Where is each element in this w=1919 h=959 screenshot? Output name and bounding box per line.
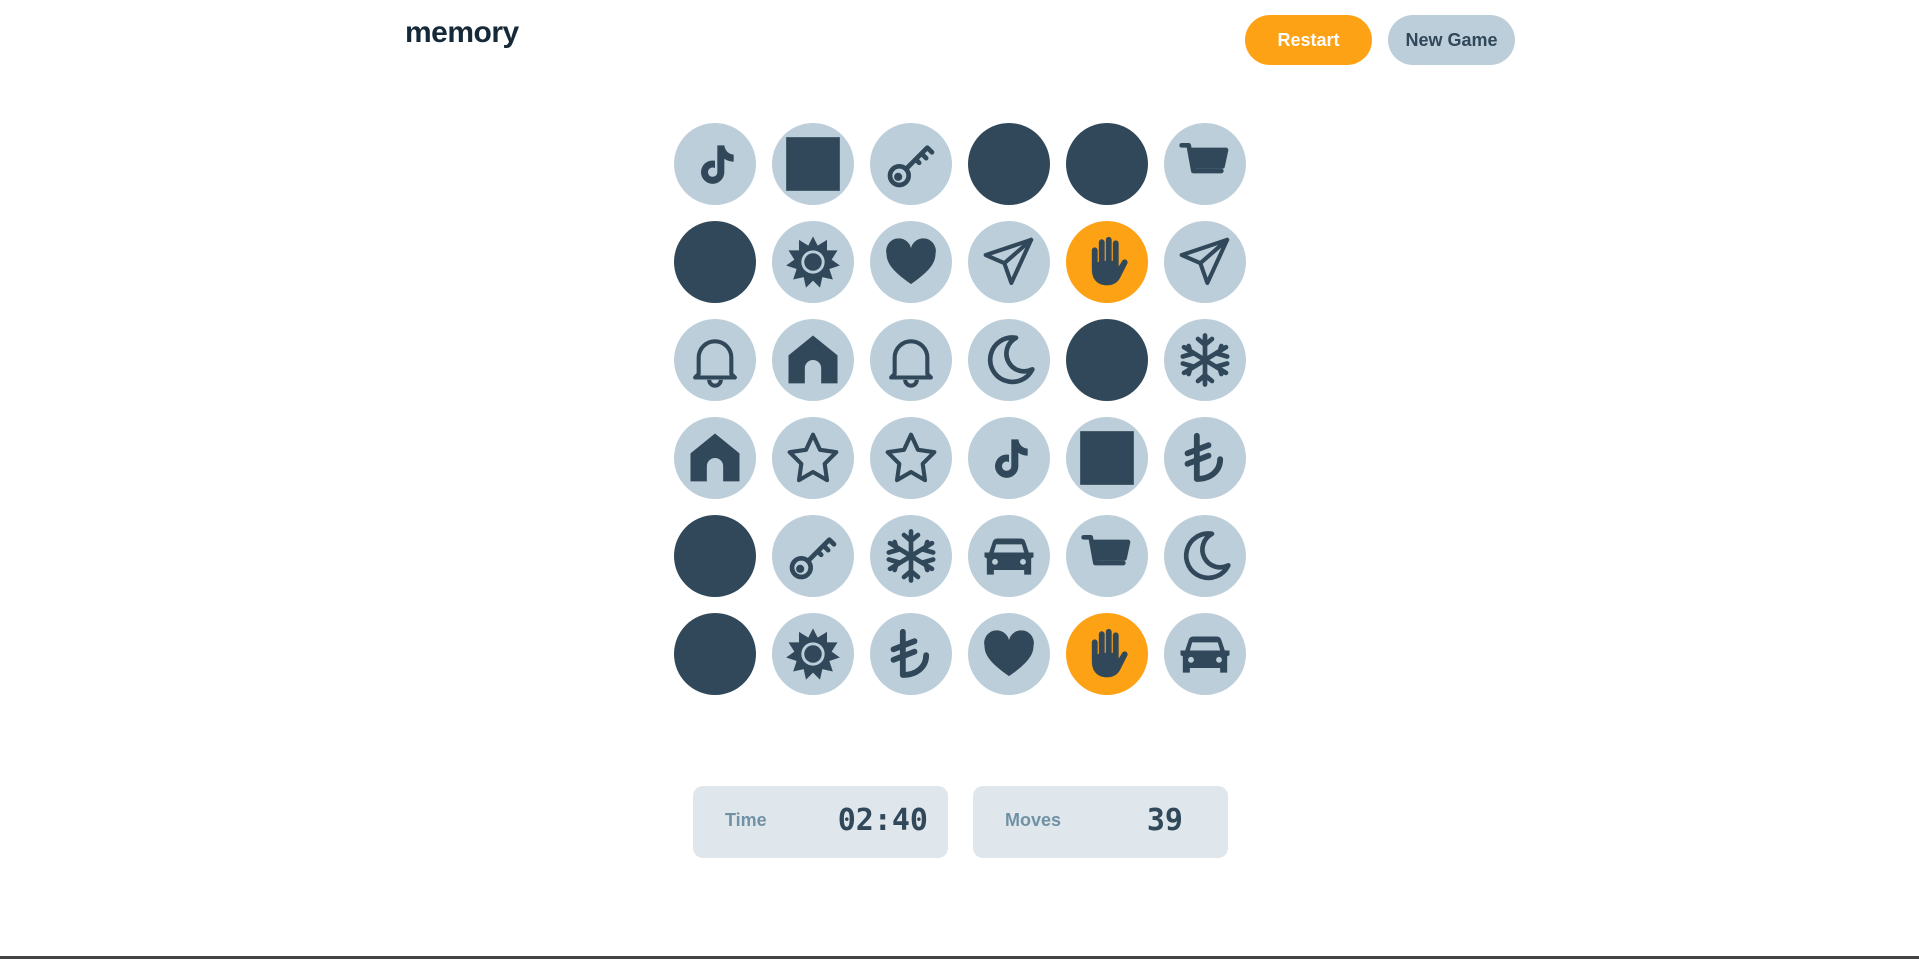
tiktok-icon [981,430,1037,486]
card-tile[interactable] [772,123,854,205]
cart-icon [1079,528,1135,584]
game-header: memory Restart New Game [0,0,1919,80]
card-tile[interactable] [674,123,756,205]
card-tile[interactable] [1164,123,1246,205]
card-tile[interactable] [1164,417,1246,499]
star-icon [883,430,939,486]
snowflake-icon [883,528,939,584]
time-label: Time [725,810,767,830]
card-tile[interactable] [1164,613,1246,695]
time-value: 02:40 [837,803,928,838]
moon-icon [1177,528,1233,584]
card-tile[interactable] [870,515,952,597]
moves-value: 39 [1146,803,1183,838]
card-tile[interactable] [1066,221,1148,303]
card-tile[interactable] [772,417,854,499]
card-tile[interactable] [1164,515,1246,597]
tiktok-icon [687,136,743,192]
card-tile[interactable] [968,613,1050,695]
key-icon [785,528,841,584]
car-icon [981,528,1037,584]
card-tile[interactable] [674,613,756,695]
card-tile[interactable] [1066,319,1148,401]
bell-icon [883,332,939,388]
card-tile[interactable] [674,417,756,499]
card-tile[interactable] [968,221,1050,303]
square-icon [785,136,841,192]
moves-label: Moves [1005,810,1062,830]
card-tile[interactable] [870,123,952,205]
heart-icon [981,626,1037,682]
card-tile[interactable] [1066,417,1148,499]
lira-icon [1177,430,1233,486]
key-icon [883,136,939,192]
restart-button[interactable]: Restart [1245,15,1372,65]
card-tile[interactable] [1066,123,1148,205]
cart-icon [1177,136,1233,192]
card-tile[interactable] [1066,515,1148,597]
square-icon [1079,430,1135,486]
heart-icon [883,234,939,290]
game-logo: memory [405,16,519,49]
card-tile[interactable] [772,613,854,695]
snowflake-icon [1177,332,1233,388]
paper-plane-icon [1177,234,1233,290]
card-tile[interactable] [772,515,854,597]
time-panel: Time 02:40 [693,786,948,858]
house-icon [687,430,743,486]
moves-panel: Moves 39 [973,786,1228,858]
card-tile[interactable] [870,319,952,401]
new-game-button[interactable]: New Game [1388,15,1515,65]
card-tile[interactable] [772,319,854,401]
card-tile[interactable] [674,515,756,597]
hand-icon [1079,234,1135,290]
card-tile[interactable] [674,221,756,303]
card-tile[interactable] [674,319,756,401]
paper-plane-icon [981,234,1037,290]
card-tile[interactable] [1066,613,1148,695]
sun-icon [785,626,841,682]
card-tile[interactable] [968,123,1050,205]
card-tile[interactable] [1164,319,1246,401]
card-tile[interactable] [870,613,952,695]
star-icon [785,430,841,486]
card-tile[interactable] [968,417,1050,499]
card-tile[interactable] [968,319,1050,401]
hand-icon [1079,626,1135,682]
card-tile[interactable] [870,221,952,303]
house-icon [785,332,841,388]
lira-icon [883,626,939,682]
moon-icon [981,332,1037,388]
card-tile[interactable] [772,221,854,303]
bell-icon [687,332,743,388]
card-tile[interactable] [1164,221,1246,303]
car-icon [1177,626,1233,682]
sun-icon [785,234,841,290]
card-tile[interactable] [968,515,1050,597]
card-tile[interactable] [870,417,952,499]
